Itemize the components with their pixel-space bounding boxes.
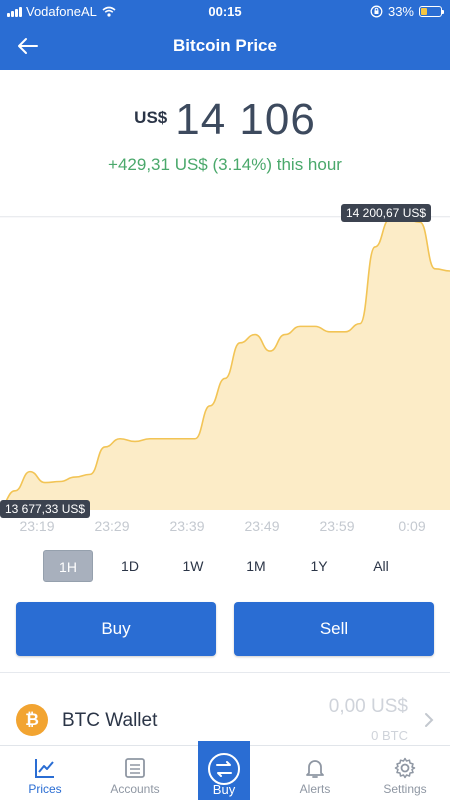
range-1w[interactable]: 1W bbox=[168, 550, 218, 582]
price-change: +429,31 US$ (3.14%) this hour bbox=[108, 155, 342, 174]
sell-button[interactable]: Sell bbox=[234, 602, 434, 656]
tab-prices[interactable]: Prices bbox=[0, 746, 90, 800]
range-1y[interactable]: 1Y bbox=[294, 550, 344, 582]
price-block: US$ 14 106 +429,31 US$ (3.14%) this hour bbox=[0, 95, 450, 175]
tab-buy-label: Buy bbox=[212, 782, 236, 797]
tab-alerts-label: Alerts bbox=[299, 782, 331, 796]
range-1d[interactable]: 1D bbox=[105, 550, 155, 582]
range-1h[interactable]: 1H bbox=[43, 550, 93, 582]
time-range-selector: 1H 1D 1W 1M 1Y All bbox=[0, 550, 450, 584]
status-right: 33% bbox=[370, 4, 444, 19]
tab-buy[interactable]: Buy bbox=[198, 741, 250, 800]
divider bbox=[0, 672, 450, 673]
time-tick-label: 23:39 bbox=[169, 518, 204, 534]
tab-accounts-label: Accounts bbox=[110, 782, 160, 796]
buy-button[interactable]: Buy bbox=[16, 602, 216, 656]
tab-settings[interactable]: Settings bbox=[360, 746, 450, 800]
svg-text:13 677,33 US$: 13 677,33 US$ bbox=[5, 502, 85, 516]
page-title: Bitcoin Price bbox=[173, 36, 277, 55]
tab-accounts[interactable]: Accounts bbox=[90, 746, 180, 800]
gear-icon bbox=[394, 757, 416, 779]
time-tick-label: 23:59 bbox=[319, 518, 354, 534]
price-row: US$ 14 106 bbox=[0, 95, 450, 145]
range-1m[interactable]: 1M bbox=[231, 550, 281, 582]
price-chart[interactable]: 14 200,67 US$ 13 677,33 US$ 23:19 23:29 23:3… bbox=[0, 200, 450, 540]
orientation-lock-icon bbox=[370, 5, 383, 18]
wallet-crypto-balance: 0 BTC bbox=[371, 728, 408, 743]
time-tick-label: 23:19 bbox=[19, 518, 54, 534]
time-tick-label: 0:09 bbox=[398, 518, 425, 534]
chart-low-label: 13 677,33 US$ bbox=[0, 500, 90, 518]
wallet-fiat-balance: 0,00 US$ bbox=[328, 696, 408, 717]
status-bar: VodafoneAL 00:15 33% bbox=[0, 0, 450, 22]
wallet-list-icon bbox=[125, 758, 145, 778]
chart-high-label: 14 200,67 US$ bbox=[341, 204, 431, 222]
bell-icon bbox=[306, 760, 324, 778]
battery-percent: 33% bbox=[387, 4, 414, 19]
bottom-tab-bar: Prices Accounts Buy Alerts Settings bbox=[0, 741, 450, 800]
range-all[interactable]: All bbox=[356, 550, 406, 582]
chart-area bbox=[0, 219, 450, 510]
tab-alerts[interactable]: Alerts bbox=[270, 746, 360, 800]
chevron-right-icon bbox=[425, 713, 434, 727]
time-tick-label: 23:29 bbox=[94, 518, 129, 534]
bitcoin-icon: ₿ bbox=[16, 704, 48, 736]
wallet-name: BTC Wallet bbox=[62, 710, 158, 731]
svg-text:14 200,67 US$: 14 200,67 US$ bbox=[346, 206, 426, 220]
price-currency: US$ bbox=[134, 108, 168, 127]
tab-prices-label: Prices bbox=[28, 782, 62, 796]
tab-settings-label: Settings bbox=[383, 782, 427, 796]
current-price: 14 106 bbox=[175, 95, 316, 144]
time-tick-label: 23:49 bbox=[244, 518, 279, 534]
chart-line-icon bbox=[35, 759, 54, 778]
nav-bar: Bitcoin Price bbox=[0, 22, 450, 70]
battery-icon bbox=[419, 6, 444, 17]
